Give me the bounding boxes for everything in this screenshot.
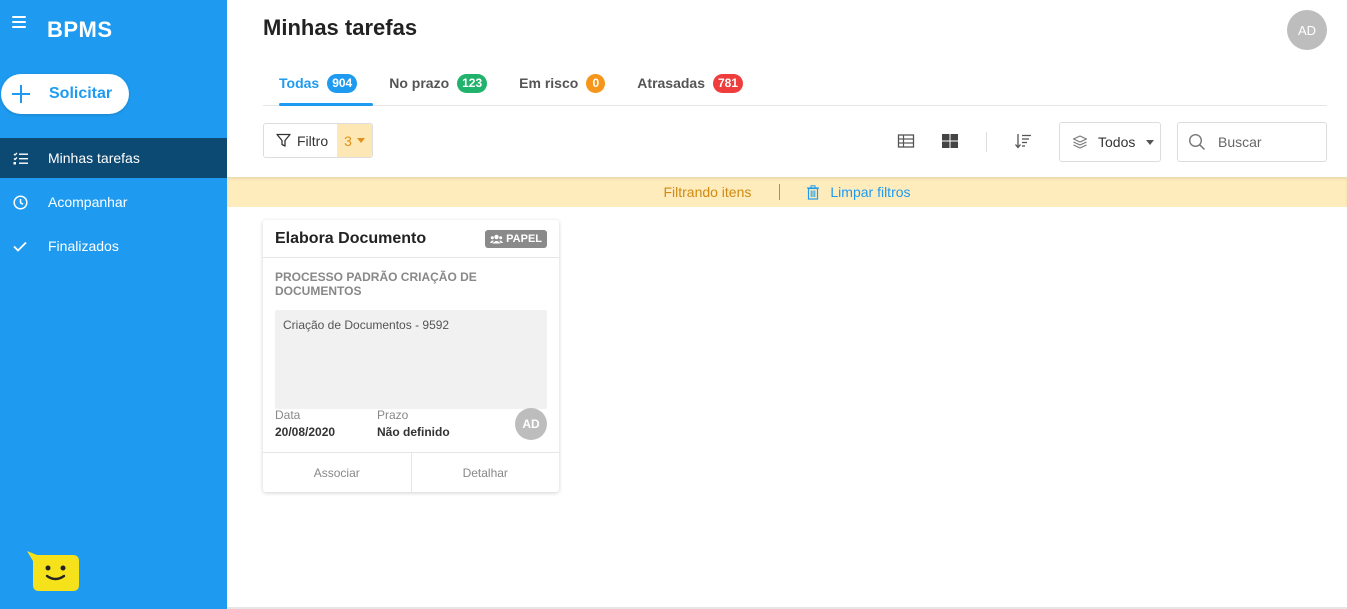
clear-filters-label: Limpar filtros: [830, 184, 911, 200]
hamburger-icon[interactable]: [12, 16, 26, 28]
users-icon: [490, 234, 504, 243]
caret-down-icon: [356, 138, 365, 143]
tab-label: Atrasadas: [637, 75, 705, 91]
scope-select[interactable]: Todos: [1059, 122, 1161, 162]
sidebar-item-minhas-tarefas[interactable]: Minhas tarefas: [0, 138, 227, 178]
layers-icon: [1072, 135, 1088, 149]
grid-view-icon[interactable]: [941, 132, 959, 150]
tab-em-risco[interactable]: Em risco 0: [503, 60, 621, 106]
task-card[interactable]: Elabora Documento PAPEL PROCESSO PADRÃO …: [263, 220, 559, 492]
tab-label: Em risco: [519, 75, 579, 91]
count-badge: 123: [457, 73, 488, 93]
assignee-avatar: AD: [515, 408, 547, 440]
filter-count-dropdown[interactable]: 3: [337, 124, 372, 157]
check-icon: [12, 238, 28, 254]
task-meta: Data 20/08/2020 Prazo Não definido AD: [275, 408, 547, 440]
filter-status-text: Filtrando itens: [663, 184, 752, 200]
sidebar-item-finalizados[interactable]: Finalizados: [0, 226, 227, 266]
process-name: PROCESSO PADRÃO CRIAÇÃO DE DOCUMENTOS: [275, 270, 477, 298]
date-label: Data: [275, 408, 301, 422]
search-input[interactable]: [1218, 134, 1318, 150]
deadline-value: Não definido: [377, 425, 450, 439]
detail-button[interactable]: Detalhar: [410, 453, 560, 492]
role-tag: PAPEL: [485, 229, 547, 248]
filter-button[interactable]: Filtro 3: [263, 123, 373, 158]
deadline-label: Prazo: [377, 408, 409, 422]
sidebar-nav: Minhas tarefas Acompanhar Finalizados: [0, 138, 227, 270]
count-badge: 781: [713, 73, 744, 93]
sidebar: BPMS Solicitar Minhas tarefas Acompanhar…: [0, 0, 227, 609]
search-box[interactable]: [1177, 122, 1327, 162]
sidebar-item-acompanhar[interactable]: Acompanhar: [0, 182, 227, 222]
deadline-field: Prazo Não definido: [377, 408, 450, 439]
smiley-chat-icon: [27, 551, 79, 591]
chat-widget-button[interactable]: [27, 551, 80, 591]
table-view-icon[interactable]: [897, 132, 915, 150]
page-title: Minhas tarefas: [263, 15, 418, 40]
task-list-icon: [12, 150, 28, 166]
count-badge: 0: [586, 73, 606, 93]
date-field: Data 20/08/2020: [275, 408, 335, 439]
active-filter-bar: Filtrando itens Limpar filtros: [227, 177, 1347, 207]
task-description: Criação de Documentos - 9592: [275, 310, 547, 409]
sidebar-item-label: Acompanhar: [48, 194, 128, 210]
brand-logo: BPMS: [47, 17, 113, 42]
task-card-header: Elabora Documento PAPEL: [263, 220, 559, 258]
role-tag-label: PAPEL: [506, 232, 542, 245]
associate-button[interactable]: Associar: [263, 453, 411, 492]
sort-icon[interactable]: [1014, 132, 1032, 150]
filter-label: Filtro: [297, 132, 329, 149]
clear-filters-button[interactable]: Limpar filtros: [806, 184, 911, 200]
menu-toggle[interactable]: [12, 16, 26, 28]
trash-icon: [807, 184, 820, 200]
sidebar-item-label: Finalizados: [48, 238, 119, 254]
tab-todas[interactable]: Todas 904: [263, 60, 374, 106]
scope-select-value: Todos: [1098, 134, 1136, 150]
user-avatar[interactable]: AD: [1287, 10, 1327, 50]
clock-icon: [12, 194, 28, 210]
divider: [779, 184, 781, 200]
toolbar-divider: [986, 132, 987, 152]
count-badge: 904: [327, 73, 358, 93]
plus-icon: [12, 85, 30, 103]
status-tabs: Todas 904 No prazo 123 Em risco 0 Atrasa…: [263, 60, 1327, 106]
caret-down-icon: [1146, 139, 1155, 145]
request-button[interactable]: Solicitar: [1, 74, 129, 114]
funnel-icon: [276, 133, 291, 147]
tab-label: No prazo: [389, 75, 450, 91]
task-title: Elabora Documento: [275, 229, 427, 247]
tab-atrasadas[interactable]: Atrasadas 781: [621, 60, 759, 106]
toolbar: Filtro 3 Todos: [263, 122, 1327, 162]
tab-no-prazo[interactable]: No prazo 123: [373, 60, 503, 106]
date-value: 20/08/2020: [275, 425, 336, 439]
sidebar-item-label: Minhas tarefas: [48, 150, 140, 166]
request-button-label: Solicitar: [49, 85, 113, 102]
filter-main[interactable]: Filtro: [264, 124, 338, 157]
filter-count: 3: [344, 132, 352, 149]
search-icon: [1188, 133, 1206, 151]
task-card-actions: Associar Detalhar: [263, 452, 559, 492]
tab-label: Todas: [279, 75, 320, 91]
